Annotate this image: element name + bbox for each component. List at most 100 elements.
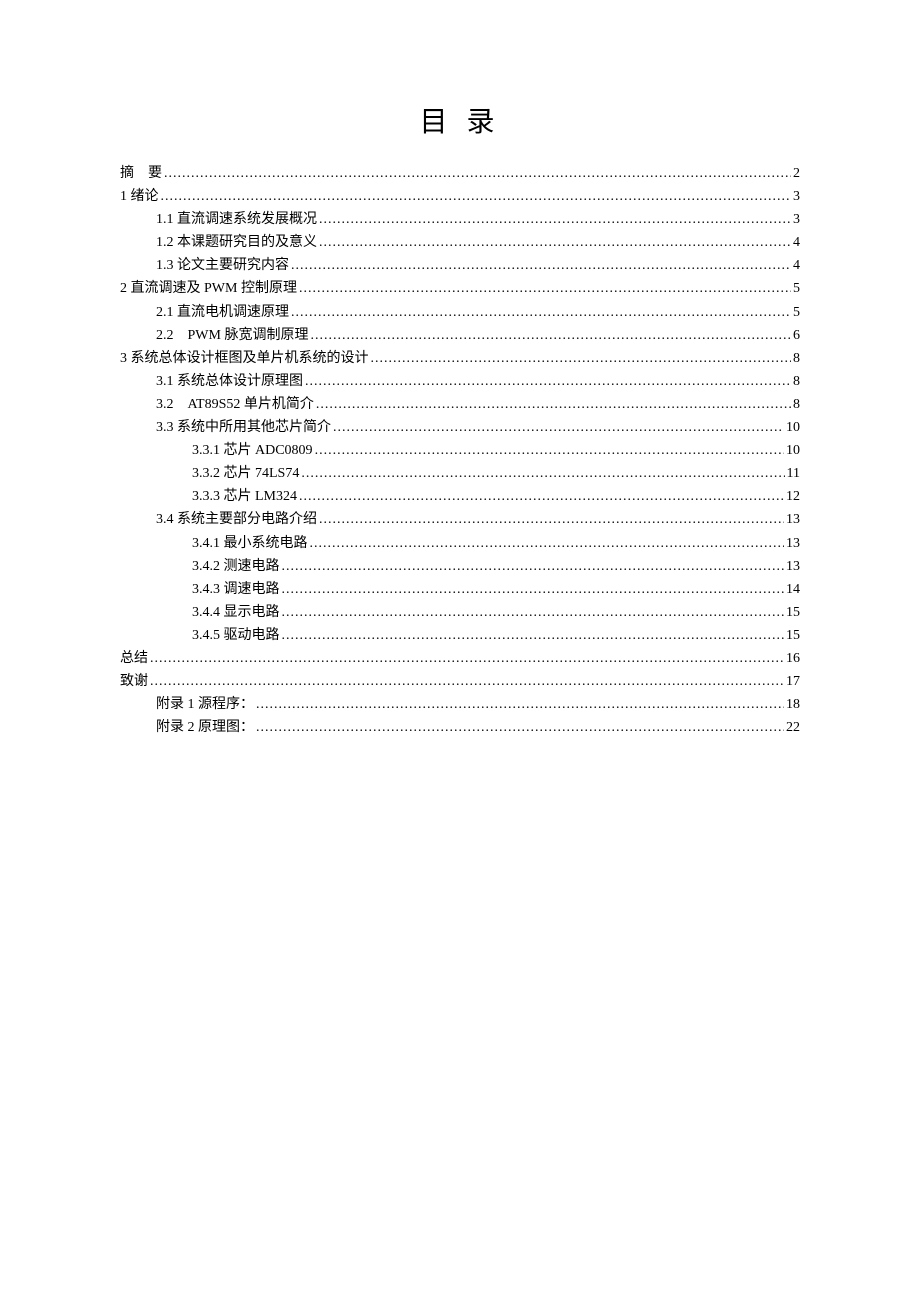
toc-leader-dots: [301, 462, 784, 485]
toc-page-number: 4: [793, 231, 800, 254]
toc-page-number: 16: [786, 647, 800, 670]
toc-leader-dots: [282, 601, 785, 624]
toc-page-number: 2: [793, 162, 800, 185]
toc-leader-dots: [305, 370, 791, 393]
toc-entry: 3.2 AT89S52 单片机简介 8: [120, 393, 800, 416]
toc-entry: 2 直流调速及 PWM 控制原理 5: [120, 277, 800, 300]
toc-page-number: 22: [786, 716, 800, 739]
toc-page-number: 13: [786, 555, 800, 578]
toc-page-number: 8: [793, 393, 800, 416]
toc-entry: 3.1 系统总体设计原理图 8: [120, 370, 800, 393]
toc-page-number: 3: [793, 208, 800, 231]
toc-page-number: 10: [786, 439, 800, 462]
toc-entry: 1.2 本课题研究目的及意义 4: [120, 231, 800, 254]
toc-entry: 1.1 直流调速系统发展概况 3: [120, 208, 800, 231]
toc-page-number: 12: [786, 485, 800, 508]
toc-leader-dots: [291, 301, 791, 324]
toc-label: 3.4.1 最小系统电路: [192, 532, 308, 555]
toc-leader-dots: [310, 324, 791, 347]
toc-entry: 致谢 17: [120, 670, 800, 693]
toc-page-number: 18: [786, 693, 800, 716]
toc-label: 3.4 系统主要部分电路介绍: [156, 508, 317, 531]
toc-entry: 3.3.2 芯片 74LS74 11: [120, 462, 800, 485]
toc-leader-dots: [164, 162, 791, 185]
toc-label: 3.3.2 芯片 74LS74: [192, 462, 299, 485]
toc-leader-dots: [282, 578, 785, 601]
toc-page-number: 8: [793, 347, 800, 370]
toc-leader-dots: [319, 508, 784, 531]
toc-entry: 2.1 直流电机调速原理 5: [120, 301, 800, 324]
toc-entry: 3.4.3 调速电路 14: [120, 578, 800, 601]
toc-label: 2.1 直流电机调速原理: [156, 301, 289, 324]
toc-entry: 3.3.3 芯片 LM324 12: [120, 485, 800, 508]
toc-entry: 附录 1 源程序： 18: [120, 693, 800, 716]
toc-leader-dots: [310, 532, 785, 555]
toc-label: 3 系统总体设计框图及单片机系统的设计: [120, 347, 369, 370]
toc-label: 3.1 系统总体设计原理图: [156, 370, 303, 393]
toc-label: 2.2 PWM 脉宽调制原理: [156, 324, 308, 347]
toc-label: 3.3.3 芯片 LM324: [192, 485, 297, 508]
toc-label: 3.2 AT89S52 单片机简介: [156, 393, 314, 416]
toc-leader-dots: [282, 624, 785, 647]
toc-page-number: 5: [793, 277, 800, 300]
toc-leader-dots: [256, 693, 784, 716]
toc-label: 总结: [120, 647, 148, 670]
toc-label: 3.4.4 显示电路: [192, 601, 280, 624]
toc-page-number: 17: [786, 670, 800, 693]
toc-page-number: 15: [786, 601, 800, 624]
toc-label: 致谢: [120, 670, 148, 693]
toc-leader-dots: [371, 347, 792, 370]
toc-leader-dots: [319, 208, 791, 231]
table-of-contents: 摘 要21 绪论31.1 直流调速系统发展概况31.2 本课题研究目的及意义41…: [120, 162, 800, 739]
toc-label: 摘 要: [120, 162, 162, 185]
toc-leader-dots: [150, 647, 784, 670]
toc-page-number: 13: [786, 508, 800, 531]
toc-page-number: 15: [786, 624, 800, 647]
toc-entry: 3.4.4 显示电路 15: [120, 601, 800, 624]
toc-leader-dots: [316, 393, 791, 416]
toc-leader-dots: [150, 670, 784, 693]
toc-label: 3.4.5 驱动电路: [192, 624, 280, 647]
toc-entry: 3.4.2 测速电路 13: [120, 555, 800, 578]
toc-entry: 附录 2 原理图： 22: [120, 716, 800, 739]
toc-leader-dots: [299, 485, 784, 508]
toc-page-number: 5: [793, 301, 800, 324]
toc-page-number: 6: [793, 324, 800, 347]
toc-label: 附录 2 原理图：: [156, 716, 254, 739]
toc-label: 3.4.2 测速电路: [192, 555, 280, 578]
toc-entry: 摘 要 2: [120, 162, 800, 185]
toc-page-number: 3: [793, 185, 800, 208]
toc-page-number: 13: [786, 532, 800, 555]
toc-label: 1.2 本课题研究目的及意义: [156, 231, 317, 254]
toc-label: 2 直流调速及 PWM 控制原理: [120, 277, 297, 300]
toc-entry: 1.3 论文主要研究内容 4: [120, 254, 800, 277]
toc-leader-dots: [282, 555, 785, 578]
toc-entry: 2.2 PWM 脉宽调制原理 6: [120, 324, 800, 347]
toc-leader-dots: [333, 416, 784, 439]
toc-label: 3.3 系统中所用其他芯片简介: [156, 416, 331, 439]
toc-leader-dots: [315, 439, 784, 462]
toc-entry: 3.3.1 芯片 ADC0809 10: [120, 439, 800, 462]
toc-page-number: 10: [786, 416, 800, 439]
toc-label: 3.4.3 调速电路: [192, 578, 280, 601]
toc-page-number: 14: [786, 578, 800, 601]
toc-entry: 3.4.5 驱动电路 15: [120, 624, 800, 647]
toc-entry: 3.4.1 最小系统电路 13: [120, 532, 800, 555]
toc-leader-dots: [319, 231, 791, 254]
toc-label: 1.3 论文主要研究内容: [156, 254, 289, 277]
toc-page-number: 8: [793, 370, 800, 393]
toc-entry: 3 系统总体设计框图及单片机系统的设计 8: [120, 347, 800, 370]
toc-leader-dots: [256, 716, 784, 739]
page-title: 目 录: [120, 100, 800, 140]
toc-label: 1.1 直流调速系统发展概况: [156, 208, 317, 231]
toc-label: 1 绪论: [120, 185, 159, 208]
toc-entry: 3.4 系统主要部分电路介绍 13: [120, 508, 800, 531]
toc-leader-dots: [291, 254, 791, 277]
toc-leader-dots: [299, 277, 791, 300]
toc-entry: 1 绪论 3: [120, 185, 800, 208]
toc-leader-dots: [161, 185, 792, 208]
toc-entry: 总结 16: [120, 647, 800, 670]
toc-page-number: 11: [787, 462, 800, 485]
toc-page-number: 4: [793, 254, 800, 277]
toc-label: 附录 1 源程序：: [156, 693, 254, 716]
